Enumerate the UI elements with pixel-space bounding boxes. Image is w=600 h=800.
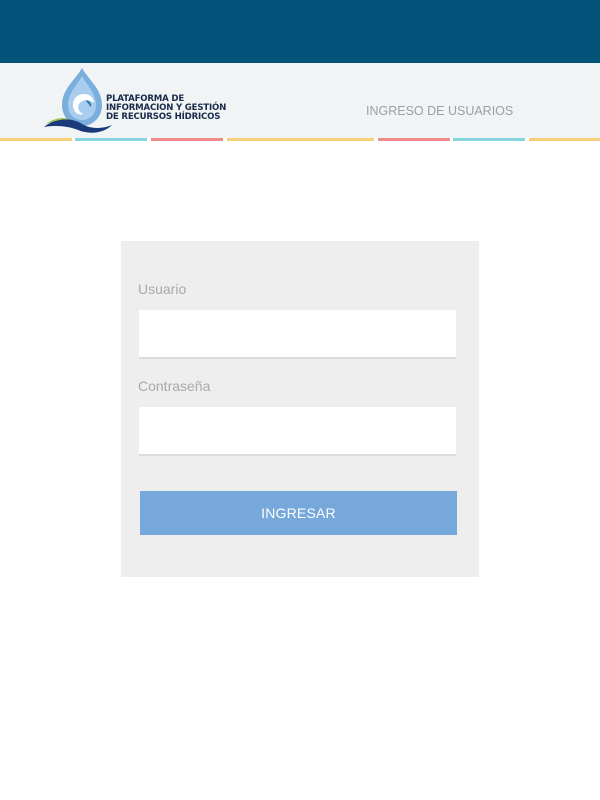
- color-stripe: [0, 138, 600, 141]
- username-input[interactable]: [139, 310, 456, 359]
- logo[interactable]: PLATAFORMA DE INFORMACION Y GESTIÓN DE R…: [42, 67, 232, 135]
- stripe-segment-yellow: [0, 138, 72, 141]
- stripe-segment-yellow: [227, 138, 374, 141]
- stripe-segment-yellow: [529, 138, 600, 141]
- logo-text: PLATAFORMA DE INFORMACION Y GESTIÓN DE R…: [106, 95, 226, 122]
- stripe-segment-cyan: [75, 138, 147, 141]
- top-bar: [0, 0, 600, 63]
- stripe-segment-red: [378, 138, 450, 141]
- user-login-link[interactable]: INGRESO DE USUARIOS: [366, 104, 513, 118]
- login-form: Usuario Contraseña INGRESAR: [121, 241, 479, 577]
- password-input[interactable]: [139, 407, 456, 456]
- logo-line-3: DE RECURSOS HÍDRICOS: [106, 112, 221, 122]
- username-label: Usuario: [138, 281, 187, 297]
- stripe-segment-red: [151, 138, 223, 141]
- password-label: Contraseña: [138, 378, 211, 394]
- water-drop-logo-icon: [44, 68, 112, 133]
- header: PLATAFORMA DE INFORMACION Y GESTIÓN DE R…: [0, 63, 600, 138]
- login-button[interactable]: INGRESAR: [140, 491, 457, 535]
- stripe-segment-cyan: [453, 138, 525, 141]
